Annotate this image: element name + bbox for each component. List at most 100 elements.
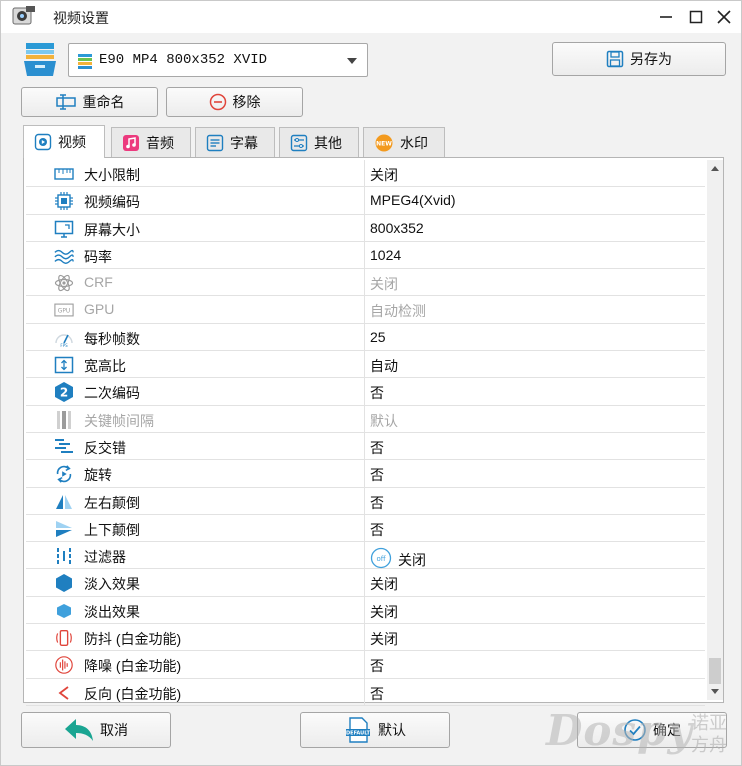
scroll-thumb[interactable] bbox=[709, 658, 721, 684]
app-icon bbox=[11, 5, 37, 29]
property-value: 关闭 bbox=[370, 274, 398, 294]
property-value: 默认 bbox=[370, 411, 398, 431]
property-row[interactable]: FPS 每秒帧数 25 bbox=[26, 323, 705, 352]
default-button[interactable]: DEFAULT 默认 bbox=[300, 712, 450, 748]
scroll-up-arrow-icon[interactable] bbox=[707, 160, 723, 176]
property-row[interactable]: 反交错 否 bbox=[26, 432, 705, 461]
property-value[interactable]: 25 bbox=[370, 329, 386, 345]
property-name: 降噪 (白金功能) bbox=[84, 658, 182, 675]
save-as-label: 另存为 bbox=[630, 51, 672, 67]
property-row[interactable]: CRF 关闭 bbox=[26, 269, 705, 297]
chevron-down-icon[interactable] bbox=[347, 58, 357, 64]
property-value[interactable]: 否 bbox=[370, 438, 384, 458]
property-value-text: 默认 bbox=[370, 412, 398, 429]
property-value[interactable]: 关闭 bbox=[370, 574, 398, 594]
ruler-icon bbox=[54, 164, 74, 184]
new-badge-icon: NEW bbox=[375, 134, 393, 151]
vertical-scrollbar[interactable] bbox=[707, 160, 723, 700]
property-value[interactable]: 否 bbox=[370, 656, 384, 676]
property-row[interactable]: 过滤器 off 关闭 bbox=[26, 542, 705, 572]
property-value-text: 否 bbox=[370, 467, 384, 484]
atom-icon bbox=[54, 273, 74, 293]
property-value-text: 否 bbox=[370, 658, 384, 675]
tab-other-label: 其他 bbox=[314, 134, 342, 151]
property-value[interactable]: 1024 bbox=[370, 247, 401, 263]
off-toggle-icon[interactable]: off bbox=[370, 547, 392, 572]
subtitle-icon bbox=[206, 134, 224, 151]
property-row[interactable]: 防抖 (白金功能) 关闭 bbox=[26, 624, 705, 652]
column-divider bbox=[364, 351, 365, 378]
property-value[interactable]: 否 bbox=[370, 465, 384, 485]
denoise-icon bbox=[54, 655, 74, 675]
tab-subtitle-label: 字幕 bbox=[230, 134, 258, 151]
minimize-button[interactable] bbox=[653, 4, 679, 30]
property-row[interactable]: 左右颠倒 否 bbox=[26, 487, 705, 515]
rename-button[interactable]: 重命名 bbox=[21, 87, 158, 117]
property-row[interactable]: 屏幕大小 800x352 bbox=[26, 214, 705, 242]
column-divider bbox=[364, 241, 365, 269]
profile-selected-value: E90 MP4 800x352 XVID bbox=[99, 52, 268, 68]
window-title: 视频设置 bbox=[53, 10, 109, 26]
property-value[interactable]: 800x352 bbox=[370, 220, 424, 236]
column-divider bbox=[364, 460, 365, 487]
property-value: 自动检测 bbox=[370, 301, 426, 321]
property-value[interactable]: 关闭 bbox=[370, 165, 398, 185]
tab-video-label: 视频 bbox=[58, 134, 86, 150]
property-row[interactable]: 关键帧间隔 默认 bbox=[26, 405, 705, 433]
property-row[interactable]: 码率 1024 bbox=[26, 241, 705, 270]
property-row[interactable]: 2 二次编码 否 bbox=[26, 378, 705, 406]
property-row[interactable]: 降噪 (白金功能) 否 bbox=[26, 651, 705, 679]
property-row[interactable]: 淡出效果 关闭 bbox=[26, 596, 705, 625]
property-row[interactable]: 淡入效果 关闭 bbox=[26, 569, 705, 597]
column-divider bbox=[364, 624, 365, 651]
column-divider bbox=[364, 487, 365, 514]
column-divider bbox=[364, 160, 365, 187]
tab-subtitle[interactable]: 字幕 bbox=[195, 127, 275, 157]
close-button[interactable] bbox=[711, 4, 737, 30]
property-name: 大小限制 bbox=[84, 167, 140, 183]
video-settings-window: 视频设置 E90 MP4 800x352 XVID 另存为 重命名 移除 视频 … bbox=[0, 0, 742, 766]
tab-other[interactable]: 其他 bbox=[279, 127, 359, 157]
property-row[interactable]: 反向 (白金功能) 否 bbox=[26, 678, 705, 706]
property-row[interactable]: 宽高比 自动 bbox=[26, 351, 705, 379]
property-value[interactable]: 否 bbox=[370, 520, 384, 540]
column-divider bbox=[364, 596, 365, 624]
property-row[interactable]: GPU GPU 自动检测 bbox=[26, 296, 705, 324]
property-value[interactable]: MPEG4(Xvid) bbox=[370, 192, 456, 208]
scroll-down-arrow-icon[interactable] bbox=[707, 684, 723, 700]
property-row[interactable]: 视频编码 MPEG4(Xvid) bbox=[26, 187, 705, 215]
video-tab-icon bbox=[34, 133, 52, 151]
property-value[interactable]: 否 bbox=[370, 684, 384, 704]
property-name: GPU bbox=[84, 301, 115, 318]
ok-button[interactable]: 确定 bbox=[577, 712, 727, 748]
filter-icon bbox=[54, 546, 74, 566]
save-as-button[interactable]: 另存为 bbox=[552, 42, 726, 76]
column-divider bbox=[364, 678, 365, 705]
property-value[interactable]: 关闭 bbox=[370, 602, 398, 622]
property-value-text: 否 bbox=[370, 385, 384, 402]
property-value[interactable]: off 关闭 bbox=[370, 547, 426, 572]
tab-watermark[interactable]: NEW 水印 bbox=[363, 127, 445, 157]
floppy-disk-icon bbox=[606, 50, 624, 68]
back-arrow-icon bbox=[65, 719, 93, 741]
rotate-icon bbox=[54, 464, 74, 484]
property-value[interactable]: 关闭 bbox=[370, 629, 398, 649]
property-value[interactable]: 否 bbox=[370, 383, 384, 403]
property-row[interactable]: 旋转 否 bbox=[26, 460, 705, 488]
property-value[interactable]: 自动 bbox=[370, 356, 398, 376]
property-row[interactable]: 上下颠倒 否 bbox=[26, 514, 705, 543]
property-row[interactable]: 大小限制 关闭 bbox=[26, 160, 705, 188]
property-name: 上下颠倒 bbox=[84, 521, 140, 538]
remove-button[interactable]: 移除 bbox=[166, 87, 303, 117]
column-divider bbox=[364, 569, 365, 596]
aspect-ratio-icon bbox=[54, 355, 74, 375]
tab-audio[interactable]: 音频 bbox=[111, 127, 191, 157]
cancel-button[interactable]: 取消 bbox=[21, 712, 171, 748]
property-value[interactable]: 否 bbox=[370, 493, 384, 513]
property-value-text: 关闭 bbox=[398, 551, 426, 568]
profile-dropdown[interactable]: E90 MP4 800x352 XVID bbox=[68, 43, 368, 77]
rename-label: 重命名 bbox=[82, 94, 125, 110]
fade-out-icon bbox=[54, 601, 74, 621]
maximize-button[interactable] bbox=[683, 4, 709, 30]
tab-video[interactable]: 视频 bbox=[23, 125, 105, 158]
